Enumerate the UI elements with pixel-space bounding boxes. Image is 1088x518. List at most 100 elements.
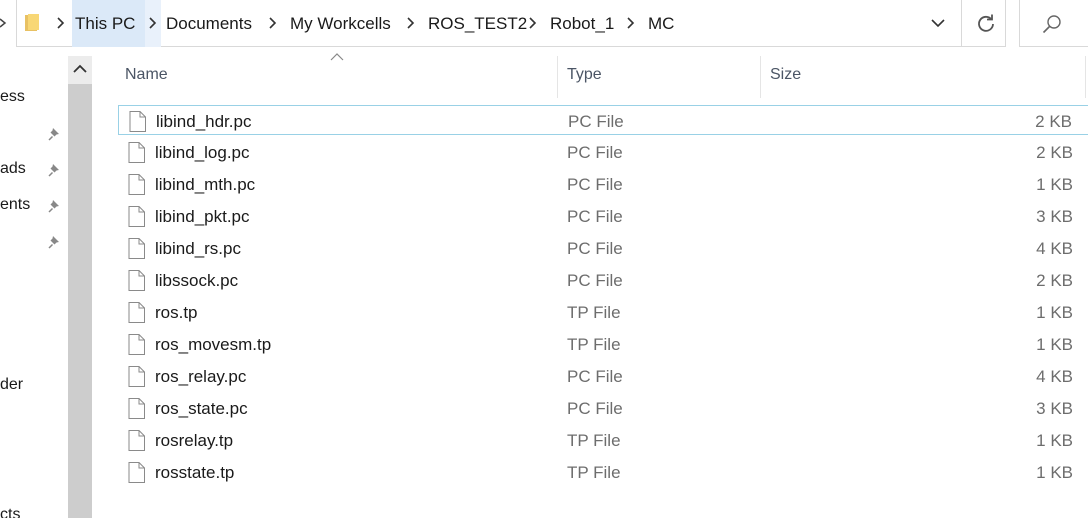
search-input[interactable] [1019, 0, 1088, 47]
nav-scrollbar-thumb[interactable] [68, 84, 92, 518]
file-icon [128, 142, 145, 163]
file-size: 4 KB [1036, 367, 1073, 386]
column-header-size[interactable]: Size [770, 66, 801, 84]
breadcrumb-my-workcells[interactable]: My Workcells [290, 14, 391, 34]
pin-icon[interactable] [47, 234, 63, 250]
file-name: libind_rs.pc [155, 239, 241, 258]
nav-scroll-up-button[interactable] [68, 56, 92, 84]
file-size: 2 KB [1036, 271, 1073, 290]
refresh-icon [978, 14, 994, 32]
file-icon [128, 238, 145, 259]
file-row[interactable]: ros_relay.pc PC File 4 KB [118, 361, 1088, 391]
file-size: 1 KB [1036, 175, 1073, 194]
search-icon [1042, 15, 1061, 34]
file-name: libssock.pc [155, 271, 239, 290]
file-icon [128, 334, 145, 355]
file-type: PC File [567, 175, 623, 194]
file-icon [128, 462, 145, 483]
file-name: rosstate.tp [155, 463, 235, 482]
file-row[interactable]: libind_log.pc PC File 2 KB [118, 137, 1088, 167]
file-name: rosrelay.tp [155, 431, 234, 450]
column-divider[interactable] [557, 56, 558, 98]
nav-item-documents[interactable]: ents [0, 196, 30, 214]
chevron-right-icon[interactable] [407, 17, 415, 29]
breadcrumb-ros-test2[interactable]: ROS_TEST2 [428, 14, 527, 34]
sort-ascending-icon[interactable] [330, 52, 344, 62]
chevron-right-icon[interactable] [57, 17, 65, 29]
file-row[interactable]: ros_state.pc PC File 3 KB [118, 393, 1088, 423]
file-type: TP File [567, 463, 621, 482]
file-row[interactable]: libind_pkt.pc PC File 3 KB [118, 201, 1088, 231]
file-type: PC File [567, 399, 623, 418]
file-size: 1 KB [1036, 431, 1073, 450]
file-row[interactable]: ros_movesm.tp TP File 1 KB [118, 329, 1088, 359]
file-type: TP File [567, 303, 621, 322]
column-divider[interactable] [1085, 56, 1086, 98]
file-type: TP File [567, 431, 621, 450]
file-type: PC File [567, 207, 623, 226]
nav-item-downloads[interactable]: ads [0, 160, 26, 178]
breadcrumb-label: This PC [75, 14, 136, 33]
file-type: TP File [567, 335, 621, 354]
pin-icon[interactable] [47, 162, 63, 178]
nav-item-quick-access[interactable]: ess [0, 88, 25, 106]
file-row[interactable]: rosrelay.tp TP File 1 KB [118, 425, 1088, 455]
file-icon [128, 302, 145, 323]
file-icon [128, 430, 145, 451]
collapse-chevron-icon[interactable] [0, 17, 8, 29]
chevron-right-icon [149, 17, 157, 29]
breadcrumb-arrow-this-pc[interactable] [145, 0, 161, 47]
breadcrumb-documents[interactable]: Documents [166, 14, 252, 34]
file-row[interactable]: ros.tp TP File 1 KB [118, 297, 1088, 327]
file-name: ros.tp [155, 303, 198, 322]
file-row[interactable]: libssock.pc PC File 2 KB [118, 265, 1088, 295]
file-icon [128, 174, 145, 195]
file-name: ros_state.pc [155, 399, 248, 418]
file-icon [128, 270, 145, 291]
nav-item-folder[interactable]: der [0, 376, 23, 394]
file-type: PC File [567, 271, 623, 290]
file-row[interactable]: libind_hdr.pc PC File 2 KB [118, 105, 1088, 135]
file-size: 1 KB [1036, 303, 1073, 322]
file-size: 3 KB [1036, 207, 1073, 226]
file-size: 1 KB [1036, 463, 1073, 482]
file-size: 2 KB [1036, 143, 1073, 162]
file-size: 1 KB [1036, 335, 1073, 354]
file-type: PC File [568, 112, 624, 131]
file-name: ros_movesm.tp [155, 335, 272, 354]
file-name: libind_pkt.pc [155, 207, 250, 226]
address-bar[interactable]: This PC Documents My Workcells ROS_TEST2… [16, 0, 1006, 47]
file-row[interactable]: libind_mth.pc PC File 1 KB [118, 169, 1088, 199]
file-icon [128, 206, 145, 227]
nav-item-objects[interactable]: cts [0, 506, 20, 518]
folder-icon [25, 14, 39, 31]
breadcrumb-mc[interactable]: MC [648, 14, 674, 34]
file-row[interactable]: libind_rs.pc PC File 4 KB [118, 233, 1088, 263]
file-row[interactable]: rosstate.tp TP File 1 KB [118, 457, 1088, 487]
chevron-right-icon[interactable] [269, 17, 277, 29]
chevron-right-icon[interactable] [529, 17, 537, 29]
file-type: PC File [567, 143, 623, 162]
column-header-type[interactable]: Type [567, 66, 602, 84]
chevron-down-icon[interactable] [930, 17, 946, 29]
chevron-up-icon [73, 64, 87, 73]
column-divider[interactable] [760, 56, 761, 98]
file-icon [129, 111, 146, 132]
file-size: 4 KB [1036, 239, 1073, 258]
pin-icon[interactable] [47, 198, 63, 214]
file-size: 2 KB [1035, 112, 1072, 131]
pin-icon[interactable] [47, 126, 63, 142]
file-size: 3 KB [1036, 399, 1073, 418]
breadcrumb-robot-1[interactable]: Robot_1 [550, 14, 614, 34]
file-name: ros_relay.pc [155, 367, 247, 386]
refresh-button[interactable] [961, 0, 1007, 47]
file-name: libind_mth.pc [155, 175, 256, 194]
file-type: PC File [567, 367, 623, 386]
column-header-name[interactable]: Name [125, 66, 168, 84]
file-icon [128, 398, 145, 419]
file-icon [128, 366, 145, 387]
chevron-right-icon[interactable] [627, 17, 635, 29]
file-name: libind_hdr.pc [156, 112, 252, 131]
file-type: PC File [567, 239, 623, 258]
file-name: libind_log.pc [155, 143, 250, 162]
